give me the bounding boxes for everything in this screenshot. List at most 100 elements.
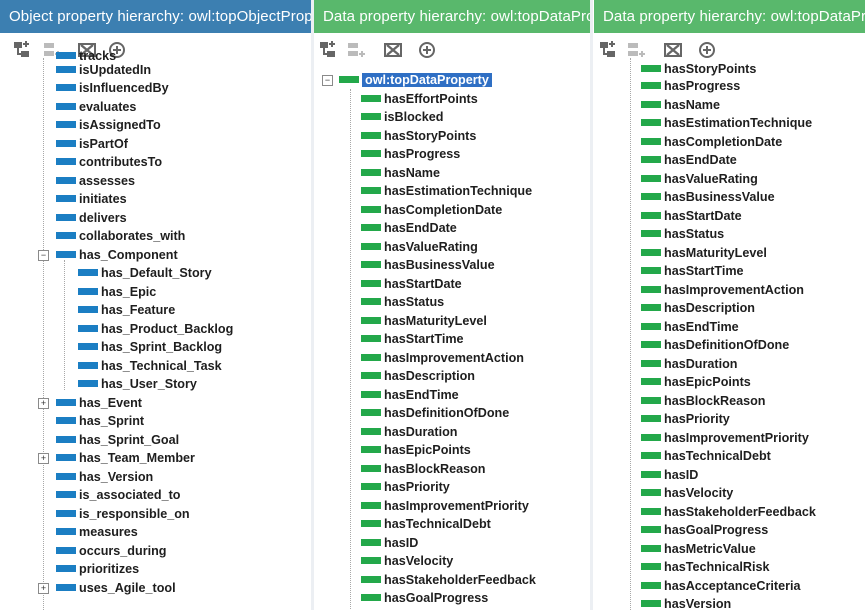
tree-item[interactable]: hasName: [641, 96, 720, 115]
tree-item[interactable]: hasStakeholderFeedback: [641, 503, 816, 522]
tree-item[interactable]: has_Default_Story: [78, 264, 212, 283]
tree-item[interactable]: initiates: [56, 190, 127, 209]
tree-item[interactable]: uses_Agile_tool: [56, 579, 176, 598]
add-sub-property-icon[interactable]: [318, 39, 340, 61]
tree-item[interactable]: hasPriority: [641, 410, 730, 429]
tree-item[interactable]: hasTechnicalDebt: [361, 515, 491, 534]
tree-item[interactable]: hasCompletionDate: [641, 133, 782, 152]
tree-item[interactable]: hasStatus: [361, 293, 444, 312]
tree-item[interactable]: hasGoalProgress: [641, 521, 768, 540]
tree-item[interactable]: isUpdatedIn: [56, 61, 151, 80]
tree-item[interactable]: hasCompletionDate: [361, 201, 502, 220]
tree-item[interactable]: hasBusinessValue: [641, 188, 775, 207]
tree-item[interactable]: collaborates_with: [56, 227, 185, 246]
tree-item[interactable]: isPartOf: [56, 135, 128, 154]
expand-icon[interactable]: +: [38, 397, 49, 409]
tree-item[interactable]: evaluates: [56, 98, 136, 117]
expand-icon[interactable]: +: [38, 582, 49, 594]
panel-divider[interactable]: [590, 0, 593, 610]
tree-item[interactable]: measures: [56, 523, 138, 542]
tree-item[interactable]: prioritizes: [56, 560, 139, 579]
tree-item[interactable]: isBlocked: [361, 108, 444, 127]
property-icon: [361, 427, 381, 435]
add-sibling-property-icon[interactable]: [346, 39, 368, 61]
tree-item[interactable]: hasDuration: [641, 355, 737, 374]
tree-item[interactable]: hasBlockReason: [641, 392, 766, 411]
tree-item[interactable]: hasAcceptanceCriteria: [641, 577, 801, 596]
tree-item[interactable]: hasStartDate: [641, 207, 742, 226]
tree-item[interactable]: assesses: [56, 172, 135, 191]
tree-item[interactable]: hasDescription: [361, 367, 475, 386]
tree-item[interactable]: hasTechnicalRisk: [641, 558, 769, 577]
tree-item[interactable]: hasPriority: [361, 478, 450, 497]
tree-item[interactable]: hasID: [641, 466, 698, 485]
tree-item[interactable]: hasStartDate: [361, 275, 462, 294]
tree-item[interactable]: contributesTo: [56, 153, 162, 172]
tree-item[interactable]: is_associated_to: [56, 486, 181, 505]
tree-item[interactable]: hasEpicPoints: [641, 373, 751, 392]
tree-item[interactable]: isAssignedTo: [56, 116, 161, 135]
tree-item[interactable]: hasDefinitionOfDone: [641, 336, 789, 355]
tree-item[interactable]: hasBlockReason: [361, 460, 486, 479]
tree-item[interactable]: hasEffortPoints: [361, 90, 478, 109]
tree-item[interactable]: hasGoalProgress: [361, 589, 488, 608]
tree-item[interactable]: hasEstimationTechnique: [361, 182, 532, 201]
tree-item[interactable]: hasImprovementAction: [361, 349, 524, 368]
tree-item[interactable]: hasImprovementAction: [641, 281, 804, 300]
tree-item[interactable]: has_Sprint_Goal: [56, 431, 179, 450]
tree-item[interactable]: hasVelocity: [641, 484, 733, 503]
tree-item[interactable]: hasProgress: [361, 145, 460, 164]
tree-item[interactable]: hasImprovementPriority: [361, 497, 529, 516]
tree-item[interactable]: hasStatus: [641, 225, 724, 244]
tree-item[interactable]: has_Component: [56, 246, 178, 265]
tree-item[interactable]: hasStoryPoints: [641, 60, 756, 79]
tree-item[interactable]: hasMetricValue: [641, 540, 756, 559]
tree-item[interactable]: delivers: [56, 209, 127, 228]
tree-item[interactable]: is_responsible_on: [56, 505, 190, 524]
tree-item[interactable]: hasImprovementPriority: [641, 429, 809, 448]
tree-item[interactable]: hasVelocity: [361, 552, 453, 571]
tree-item[interactable]: has_User_Story: [78, 375, 197, 394]
tree-item[interactable]: hasStoryPoints: [361, 127, 476, 146]
delete-property-icon[interactable]: [382, 39, 404, 61]
tree-item[interactable]: has_Event: [56, 394, 142, 413]
tree-item[interactable]: hasValueRating: [361, 238, 478, 257]
tree-item[interactable]: hasValueRating: [641, 170, 758, 189]
tree-item[interactable]: hasProgress: [641, 77, 740, 96]
tree-item[interactable]: hasStartTime: [361, 330, 464, 349]
expand-icon[interactable]: +: [38, 453, 49, 464]
tree-item[interactable]: hasTechnicalDebt: [641, 447, 771, 466]
tree-item[interactable]: hasName: [361, 164, 440, 183]
tree-item[interactable]: has_Team_Member: [56, 449, 195, 468]
tree-item[interactable]: occurs_during: [56, 542, 166, 561]
collapse-icon[interactable]: −: [38, 249, 49, 261]
tree-item[interactable]: hasEndTime: [361, 386, 459, 405]
tree-item[interactable]: hasEndTime: [641, 318, 739, 337]
tree-item[interactable]: owl:topDataProperty: [339, 71, 492, 90]
tree-item[interactable]: hasVersion: [641, 595, 731, 610]
tree-item[interactable]: has_Product_Backlog: [78, 320, 233, 339]
tree-item[interactable]: hasDescription: [641, 299, 755, 318]
tree-item[interactable]: has_Technical_Task: [78, 357, 222, 376]
tree-item[interactable]: isInfluencedBy: [56, 79, 169, 98]
tree-item[interactable]: hasEstimationTechnique: [641, 114, 812, 133]
tree-item[interactable]: has_Sprint_Backlog: [78, 338, 222, 357]
tree-item[interactable]: has_Version: [56, 468, 153, 487]
tree-item[interactable]: hasMaturityLevel: [641, 244, 767, 263]
tree-item[interactable]: hasBusinessValue: [361, 256, 495, 275]
tree-item[interactable]: hasMaturityLevel: [361, 312, 487, 331]
tree-item[interactable]: hasEpicPoints: [361, 441, 471, 460]
tree-item[interactable]: hasEndDate: [361, 219, 457, 238]
tree-item[interactable]: hasID: [361, 534, 418, 553]
tree-item[interactable]: hasEndDate: [641, 151, 737, 170]
annotation-icon[interactable]: [416, 39, 438, 61]
tree-item[interactable]: hasDefinitionOfDone: [361, 404, 509, 423]
tree-item[interactable]: has_Sprint: [56, 412, 144, 431]
panel-divider[interactable]: [311, 0, 314, 610]
tree-item[interactable]: hasDuration: [361, 423, 457, 442]
tree-item[interactable]: hasStartTime: [641, 262, 744, 281]
collapse-icon[interactable]: −: [322, 75, 333, 86]
tree-item[interactable]: has_Feature: [78, 301, 175, 320]
tree-item[interactable]: hasStakeholderFeedback: [361, 571, 536, 590]
tree-item[interactable]: has_Epic: [78, 283, 156, 302]
